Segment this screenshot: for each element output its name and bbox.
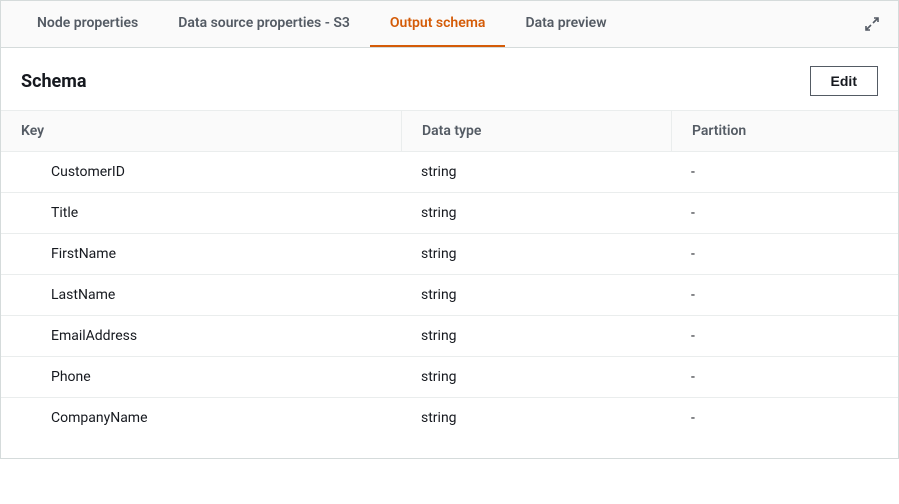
tab-output-schema[interactable]: Output schema — [370, 1, 506, 47]
cell-key: EmailAddress — [1, 316, 401, 356]
schema-title: Schema — [21, 71, 87, 92]
cell-key: FirstName — [1, 234, 401, 274]
cell-partition: - — [671, 316, 898, 356]
cell-key: Title — [1, 193, 401, 233]
tab-data-preview[interactable]: Data preview — [505, 1, 626, 47]
cell-type: string — [401, 398, 671, 438]
table-body: CustomerID string - Title string - First… — [1, 152, 898, 458]
column-header-key: Key — [1, 111, 401, 151]
cell-partition: - — [671, 398, 898, 438]
cell-type: string — [401, 275, 671, 315]
cell-partition: - — [671, 275, 898, 315]
cell-type: string — [401, 193, 671, 233]
tabs-bar: Node properties Data source properties -… — [1, 1, 898, 48]
column-header-partition: Partition — [671, 111, 898, 151]
tab-data-source-properties[interactable]: Data source properties - S3 — [158, 1, 370, 47]
table-row: CustomerID string - — [1, 152, 898, 193]
cell-type: string — [401, 316, 671, 356]
schema-table: Key Data type Partition CustomerID strin… — [1, 110, 898, 458]
cell-type: string — [401, 152, 671, 192]
table-row: FirstName string - — [1, 234, 898, 275]
cell-partition: - — [671, 152, 898, 192]
schema-panel: Node properties Data source properties -… — [0, 0, 899, 459]
table-row: Phone string - — [1, 357, 898, 398]
table-row: Title string - — [1, 193, 898, 234]
expand-icon[interactable] — [864, 16, 880, 32]
table-row: LastName string - — [1, 275, 898, 316]
tab-node-properties[interactable]: Node properties — [17, 1, 158, 47]
cell-key: CustomerID — [1, 152, 401, 192]
cell-partition: - — [671, 193, 898, 233]
cell-partition: - — [671, 234, 898, 274]
cell-type: string — [401, 357, 671, 397]
cell-key: Phone — [1, 357, 401, 397]
edit-button[interactable]: Edit — [810, 66, 878, 96]
table-row: EmailAddress string - — [1, 316, 898, 357]
schema-header: Schema Edit — [1, 48, 898, 110]
table-header: Key Data type Partition — [1, 110, 898, 152]
cell-key: CompanyName — [1, 398, 401, 438]
cell-type: string — [401, 234, 671, 274]
column-header-type: Data type — [401, 111, 671, 151]
cell-key: LastName — [1, 275, 401, 315]
cell-partition: - — [671, 357, 898, 397]
table-row: CompanyName string - — [1, 398, 898, 438]
